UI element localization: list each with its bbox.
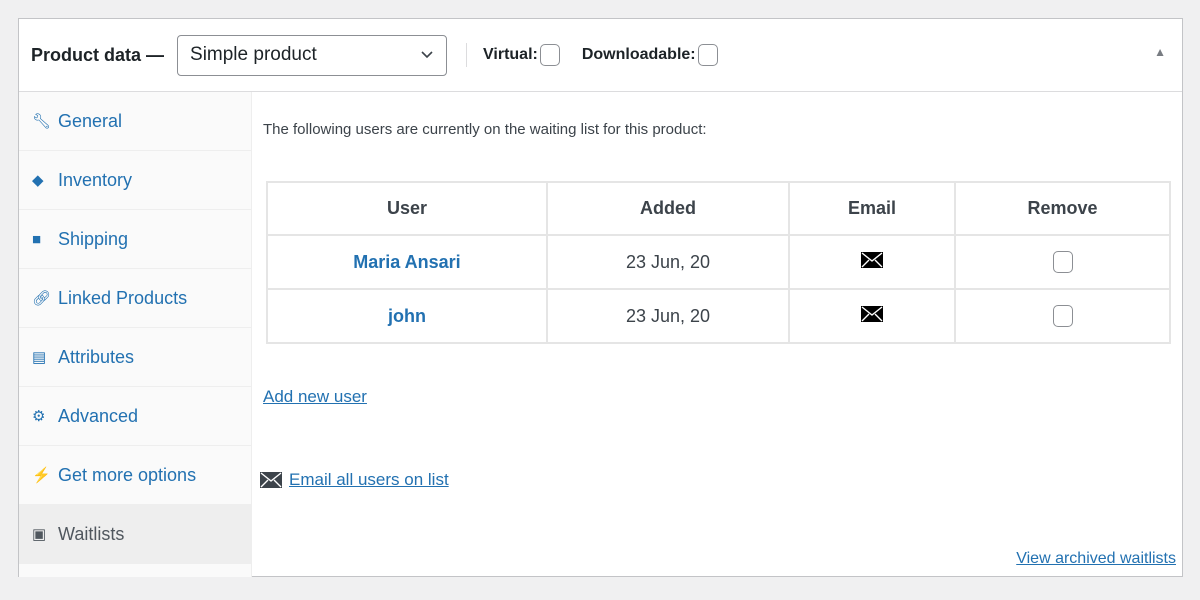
view-archived-waitlists-link[interactable]: View archived waitlists (1016, 550, 1176, 568)
sidebar-item-label: Advanced (58, 405, 139, 426)
email-all-row: Email all users on list (260, 470, 449, 490)
waitlist-bag-icon: ▣ (32, 526, 47, 543)
column-header-remove: Remove (954, 181, 1171, 236)
link-icon: 🔗︎ (32, 290, 52, 307)
email-all-users-link[interactable]: Email all users on list (289, 470, 449, 490)
wrench-icon: 🔧︎ (32, 113, 52, 130)
sidebar-item-get-more-options[interactable]: ⚡ Get more options (19, 446, 251, 505)
table-row: john 23 Jun, 20 (266, 288, 1171, 344)
downloadable-label: Downloadable: (581, 46, 696, 63)
chevron-down-icon (421, 51, 433, 59)
sidebar-item-label: Shipping (58, 228, 129, 249)
virtual-label: Virtual: (483, 46, 538, 63)
column-header-added: Added (546, 181, 790, 236)
collapse-toggle-icon[interactable]: ▲ (1154, 45, 1166, 59)
panel-title: Product data — (31, 44, 165, 65)
waitlist-table: User Added Email Remove Maria Ansari 23 … (266, 181, 1171, 344)
virtual-checkbox[interactable] (539, 44, 560, 66)
envelope-icon[interactable] (861, 305, 883, 322)
sidebar-item-shipping[interactable]: ■ Shipping (19, 210, 251, 269)
add-new-user-link[interactable]: Add new user (263, 387, 367, 407)
truck-icon: ■ (32, 230, 42, 248)
sidebar-item-inventory[interactable]: ◆ Inventory (19, 151, 251, 210)
product-type-value: Simple product (190, 44, 317, 65)
product-data-panel: Product data — Simple product Virtual: D… (18, 18, 1183, 577)
sidebar-item-advanced[interactable]: ⚙ Advanced (19, 387, 251, 446)
column-header-email: Email (788, 181, 956, 236)
column-header-user: User (266, 181, 548, 236)
sidebar-item-label: Get more options (58, 464, 197, 485)
tag-icon: ◆ (32, 172, 44, 189)
sidebar-item-label: Linked Products (58, 287, 188, 308)
user-link[interactable]: john (388, 306, 426, 326)
sidebar-item-linked-products[interactable]: 🔗︎ Linked Products (19, 269, 251, 328)
sidebar-item-label: Attributes (58, 346, 135, 367)
waitlist-panel: The following users are currently on the… (260, 92, 1182, 576)
added-date: 23 Jun, 20 (546, 234, 790, 290)
added-date: 23 Jun, 20 (546, 288, 790, 344)
downloadable-checkbox-label[interactable]: Downloadable: (582, 44, 718, 66)
list-icon: ▤ (32, 349, 47, 366)
remove-checkbox[interactable] (1052, 251, 1073, 274)
product-type-select[interactable]: Simple product (177, 34, 448, 76)
gear-icon: ⚙ (32, 408, 46, 425)
table-header-row: User Added Email Remove (266, 181, 1171, 236)
divider (466, 43, 468, 67)
sidebar-item-label: Inventory (58, 169, 133, 190)
sidebar-item-attributes[interactable]: ▤ Attributes (19, 328, 251, 387)
panel-header: Product data — Simple product Virtual: D… (19, 19, 1182, 92)
sidebar-item-waitlists[interactable]: ▣ Waitlists (19, 505, 251, 564)
sidebar-item-general[interactable]: 🔧︎ General (19, 92, 251, 151)
plug-icon: ⚡ (32, 467, 51, 484)
remove-checkbox[interactable] (1052, 305, 1073, 328)
envelope-icon[interactable] (861, 251, 883, 268)
sidebar-item-label: Waitlists (58, 523, 125, 544)
envelope-icon (260, 472, 282, 488)
waitlist-intro: The following users are currently on the… (263, 121, 707, 138)
virtual-checkbox-label[interactable]: Virtual: (483, 44, 560, 66)
sidebar-item-label: General (58, 110, 123, 131)
user-link[interactable]: Maria Ansari (353, 252, 460, 272)
table-row: Maria Ansari 23 Jun, 20 (266, 234, 1171, 290)
downloadable-checkbox[interactable] (697, 44, 718, 66)
product-data-tabs: 🔧︎ General ◆ Inventory ■ Shipping 🔗︎ Linked … (19, 92, 252, 577)
